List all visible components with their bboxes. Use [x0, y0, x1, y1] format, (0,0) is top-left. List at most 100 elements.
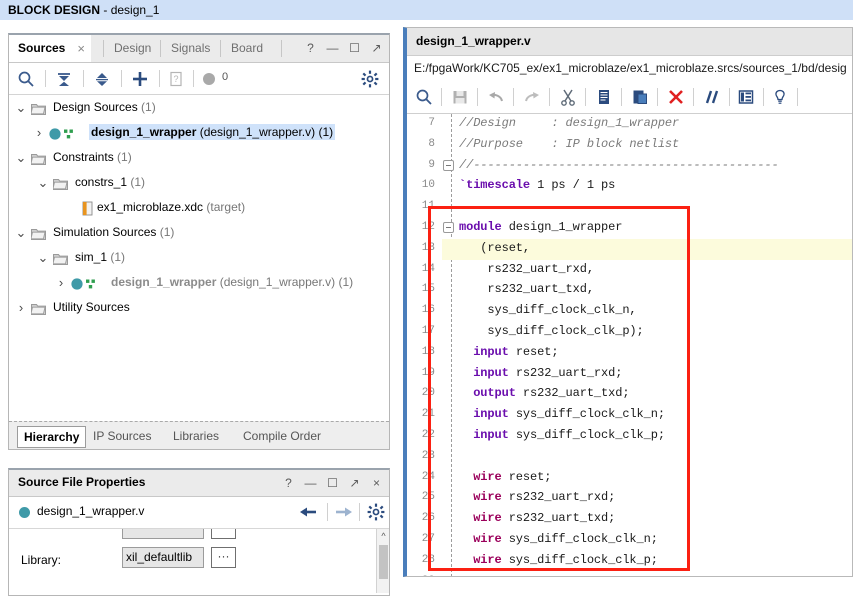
- sfp-scrollbar[interactable]: ^: [376, 529, 389, 593]
- sfp-window-buttons: ? — ☐ ↗ ×: [282, 470, 383, 496]
- add-sources-icon[interactable]: [131, 70, 149, 88]
- chevron-right-icon[interactable]: ›: [33, 120, 45, 145]
- cut-icon[interactable]: [559, 88, 577, 106]
- tab-signals[interactable]: Signals: [162, 35, 222, 62]
- bottom-tab-ip-sources[interactable]: IP Sources: [87, 426, 157, 446]
- code-line[interactable]: 10 `timescale 1 ps / 1 ps: [407, 176, 852, 197]
- code-line[interactable]: 16 sys_diff_clock_clk_n,: [407, 301, 852, 322]
- code-line[interactable]: 24 wire reset;: [407, 468, 852, 489]
- code-line[interactable]: 7 //Design : design_1_wrapper: [407, 114, 852, 135]
- chevron-down-icon[interactable]: ⌄: [15, 145, 27, 170]
- code-line[interactable]: 25 wire rs232_uart_rxd;: [407, 488, 852, 509]
- code-token: rs232_uart_txd;: [501, 511, 616, 526]
- chevron-right-icon[interactable]: ›: [15, 295, 27, 320]
- gear-icon[interactable]: [361, 70, 379, 88]
- code-line[interactable]: 29: [407, 572, 852, 576]
- sources-tree[interactable]: ⌄ Design Sources (1) › design_1_wrapper (de…: [9, 95, 389, 416]
- code-line[interactable]: 15 rs232_uart_txd,: [407, 280, 852, 301]
- chevron-down-icon[interactable]: ⌄: [37, 245, 49, 270]
- tree-item[interactable]: ex1_microblaze.xdc (target): [9, 195, 389, 220]
- code-line[interactable]: 13 (reset,: [407, 239, 852, 260]
- code-line[interactable]: 8 //Purpose : IP block netlist: [407, 135, 852, 156]
- tree-item[interactable]: ⌄ Simulation Sources (1): [9, 220, 389, 245]
- code-line[interactable]: 23: [407, 447, 852, 468]
- search-icon[interactable]: [17, 70, 35, 88]
- code-line[interactable]: 14 rs232_uart_rxd,: [407, 260, 852, 281]
- minimize-icon[interactable]: —: [326, 42, 339, 55]
- bottom-tab-compile-order[interactable]: Compile Order: [237, 426, 327, 446]
- tree-item[interactable]: › design_1_wrapper (design_1_wrapper.v) (…: [9, 120, 389, 145]
- tree-item-label: Simulation Sources (1): [53, 220, 174, 245]
- library-browse-button[interactable]: ···: [211, 547, 236, 568]
- sfp-divider: [327, 503, 328, 521]
- scrollbar-thumb[interactable]: [379, 545, 388, 579]
- editor-path-row: E:/fpgaWork/KC705_ex/ex1_microblaze/ex1_…: [407, 56, 852, 82]
- undo-icon[interactable]: [487, 88, 505, 106]
- scroll-up-icon[interactable]: ^: [378, 530, 389, 542]
- tab-board[interactable]: Board: [222, 35, 274, 62]
- tree-item[interactable]: › design_1_wrapper (design_1_wrapper.v) (…: [9, 270, 389, 295]
- arrow-left-icon[interactable]: [299, 505, 317, 522]
- code-line[interactable]: 11: [407, 197, 852, 218]
- code-line[interactable]: 26 wire rs232_uart_txd;: [407, 509, 852, 530]
- tab-separator: [160, 40, 161, 57]
- minimize-icon[interactable]: —: [304, 476, 317, 490]
- chevron-down-icon[interactable]: ⌄: [15, 95, 27, 120]
- code-line[interactable]: 21 input sys_diff_clock_clk_n;: [407, 405, 852, 426]
- code-line[interactable]: 27 wire sys_diff_clock_clk_n;: [407, 530, 852, 551]
- fold-toggle-icon[interactable]: [443, 222, 454, 233]
- paste-icon[interactable]: [631, 88, 649, 106]
- expand-all-icon[interactable]: [93, 70, 111, 88]
- tree-item[interactable]: › Utility Sources: [9, 295, 389, 320]
- code-line[interactable]: 9 //-------------------------------------…: [407, 156, 852, 177]
- close-icon[interactable]: ×: [370, 476, 383, 490]
- bottom-tab-libraries[interactable]: Libraries: [167, 426, 225, 446]
- fold-toggle-icon[interactable]: [443, 159, 454, 171]
- tree-item-suffix: (design_1_wrapper.v) (1): [196, 125, 334, 139]
- code-line[interactable]: 17 sys_diff_clock_clk_p);: [407, 322, 852, 343]
- tree-item-label: design_1_wrapper (design_1_wrapper.v) (1…: [89, 120, 336, 145]
- close-icon[interactable]: ×: [77, 35, 85, 62]
- indent-icon[interactable]: [737, 88, 755, 106]
- gear-icon[interactable]: [367, 503, 385, 524]
- file-question-icon[interactable]: ?: [167, 70, 185, 88]
- tree-item[interactable]: ⌄ Design Sources (1): [9, 95, 389, 120]
- code-line[interactable]: 19 input rs232_uart_rxd;: [407, 364, 852, 385]
- toggle-comment-icon[interactable]: [703, 88, 721, 106]
- tree-item-label: Utility Sources: [53, 295, 130, 320]
- maximize-icon[interactable]: ☐: [348, 42, 361, 55]
- code-line[interactable]: 18 input reset;: [407, 343, 852, 364]
- line-number: 10: [421, 179, 435, 192]
- maximize-icon[interactable]: ☐: [326, 476, 339, 490]
- find-icon[interactable]: [415, 88, 433, 106]
- code-line[interactable]: 20 output rs232_uart_txd;: [407, 384, 852, 405]
- save-icon[interactable]: [451, 88, 469, 106]
- code-line[interactable]: 28 wire sys_diff_clock_clk_p;: [407, 551, 852, 572]
- collapse-all-icon[interactable]: [55, 70, 73, 88]
- copy-icon[interactable]: [595, 88, 613, 106]
- sfp-title: Source File Properties: [18, 475, 146, 489]
- chevron-down-icon[interactable]: ⌄: [37, 170, 49, 195]
- tree-item[interactable]: ⌄ sim_1 (1): [9, 245, 389, 270]
- help-icon[interactable]: ?: [282, 476, 295, 490]
- arrow-right-icon[interactable]: [335, 505, 353, 522]
- bottom-tab-hierarchy[interactable]: Hierarchy: [17, 426, 87, 448]
- redo-icon[interactable]: [523, 88, 541, 106]
- code-line[interactable]: 22 input sys_diff_clock_clk_p;: [407, 426, 852, 447]
- code-line[interactable]: 12 module design_1_wrapper: [407, 218, 852, 239]
- tab-sources[interactable]: Sources ×: [9, 35, 91, 62]
- library-value[interactable]: xil_defaultlib: [122, 547, 204, 568]
- float-icon[interactable]: ↗: [370, 42, 383, 55]
- tree-item[interactable]: ⌄ Constraints (1): [9, 145, 389, 170]
- help-icon[interactable]: ?: [304, 42, 317, 55]
- chevron-right-icon[interactable]: ›: [55, 270, 67, 295]
- float-icon[interactable]: ↗: [348, 476, 361, 490]
- line-number: 9: [428, 158, 435, 171]
- tab-design[interactable]: Design: [105, 35, 162, 62]
- tree-item[interactable]: ⌄ constrs_1 (1): [9, 170, 389, 195]
- hint-bulb-icon[interactable]: [771, 88, 789, 106]
- line-number: 26: [421, 512, 435, 525]
- delete-icon[interactable]: [667, 88, 685, 106]
- code-area[interactable]: 7 //Design : design_1_wrapper 8 //Purpose :…: [407, 114, 852, 576]
- chevron-down-icon[interactable]: ⌄: [15, 220, 27, 245]
